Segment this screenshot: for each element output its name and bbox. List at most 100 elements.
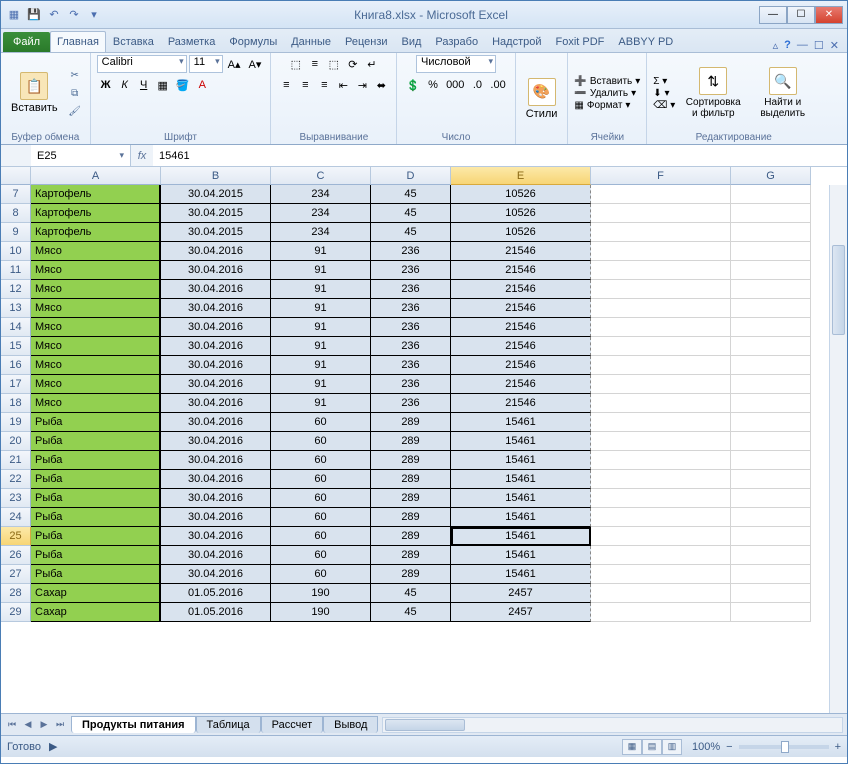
horizontal-scrollbar[interactable]: [382, 717, 843, 733]
ribbon-tab-7[interactable]: Разрабо: [428, 31, 485, 52]
grow-font-icon[interactable]: A▴: [225, 55, 244, 73]
cell[interactable]: 15461: [451, 413, 591, 432]
fill-color-icon[interactable]: 🪣: [173, 76, 193, 94]
cell[interactable]: Картофель: [31, 223, 161, 242]
cell[interactable]: [591, 489, 731, 508]
cell[interactable]: [591, 223, 731, 242]
cell[interactable]: 21546: [451, 375, 591, 394]
minimize-button[interactable]: —: [759, 6, 787, 24]
cell[interactable]: 15461: [451, 508, 591, 527]
cell[interactable]: 236: [371, 356, 451, 375]
cell[interactable]: Сахар: [31, 603, 161, 622]
qat-more-icon[interactable]: ▾: [85, 6, 103, 24]
sheet-tab[interactable]: Продукты питания: [71, 716, 196, 733]
cell[interactable]: 236: [371, 337, 451, 356]
cell[interactable]: [591, 565, 731, 584]
row-header[interactable]: 21: [1, 451, 31, 470]
ribbon-tab-4[interactable]: Данные: [284, 31, 338, 52]
name-box[interactable]: E25: [31, 145, 131, 166]
cell[interactable]: 91: [271, 394, 371, 413]
row-header[interactable]: 13: [1, 299, 31, 318]
cell[interactable]: [731, 394, 811, 413]
row-header[interactable]: 27: [1, 565, 31, 584]
zoom-thumb[interactable]: [781, 741, 789, 753]
col-header-G[interactable]: G: [731, 167, 811, 185]
cell[interactable]: [731, 565, 811, 584]
cell[interactable]: 234: [271, 204, 371, 223]
cell[interactable]: [731, 489, 811, 508]
cell[interactable]: [591, 546, 731, 565]
font-color-icon[interactable]: A: [193, 76, 211, 94]
tab-next-icon[interactable]: ▶: [37, 719, 51, 730]
currency-icon[interactable]: 💲: [403, 76, 423, 94]
cell[interactable]: [731, 223, 811, 242]
shrink-font-icon[interactable]: A▾: [246, 55, 265, 73]
cell[interactable]: 289: [371, 565, 451, 584]
delete-cells-button[interactable]: ➖Удалить ▾: [574, 88, 640, 99]
cell[interactable]: 60: [271, 451, 371, 470]
cell[interactable]: [731, 432, 811, 451]
cell[interactable]: 190: [271, 584, 371, 603]
cell[interactable]: 30.04.2015: [161, 204, 271, 223]
redo-icon[interactable]: ↷: [65, 6, 83, 24]
cell[interactable]: 30.04.2016: [161, 413, 271, 432]
cell[interactable]: Рыба: [31, 508, 161, 527]
cell[interactable]: 289: [371, 508, 451, 527]
format-painter-icon[interactable]: 🖌: [66, 103, 84, 119]
window-close-icon[interactable]: ✕: [830, 39, 839, 52]
cell[interactable]: [591, 432, 731, 451]
align-left-icon[interactable]: ≡: [277, 76, 295, 94]
cell[interactable]: [731, 185, 811, 204]
cell[interactable]: 30.04.2016: [161, 261, 271, 280]
row-header[interactable]: 12: [1, 280, 31, 299]
row-header[interactable]: 23: [1, 489, 31, 508]
cell[interactable]: 01.05.2016: [161, 603, 271, 622]
cell[interactable]: [591, 299, 731, 318]
window-restore-icon[interactable]: ☐: [814, 39, 824, 52]
cell[interactable]: 15461: [451, 527, 591, 546]
macro-record-icon[interactable]: ▶: [49, 740, 57, 753]
cell[interactable]: 236: [371, 375, 451, 394]
row-header[interactable]: 28: [1, 584, 31, 603]
cell[interactable]: 289: [371, 527, 451, 546]
cell[interactable]: 91: [271, 318, 371, 337]
cell[interactable]: [731, 584, 811, 603]
cell[interactable]: 234: [271, 185, 371, 204]
cell[interactable]: 60: [271, 470, 371, 489]
cell[interactable]: 30.04.2016: [161, 242, 271, 261]
cell[interactable]: Сахар: [31, 584, 161, 603]
cell[interactable]: 45: [371, 584, 451, 603]
cell[interactable]: 289: [371, 489, 451, 508]
cell[interactable]: [731, 280, 811, 299]
row-header[interactable]: 29: [1, 603, 31, 622]
percent-icon[interactable]: %: [424, 76, 442, 94]
row-header[interactable]: 22: [1, 470, 31, 489]
cell[interactable]: Рыба: [31, 432, 161, 451]
cut-icon[interactable]: ✂: [66, 67, 84, 83]
cell[interactable]: Мясо: [31, 299, 161, 318]
cell[interactable]: [591, 337, 731, 356]
cell[interactable]: 15461: [451, 451, 591, 470]
tab-last-icon[interactable]: ⏭: [53, 719, 67, 730]
cell[interactable]: 45: [371, 185, 451, 204]
cell[interactable]: Рыба: [31, 527, 161, 546]
cell[interactable]: 30.04.2016: [161, 489, 271, 508]
row-header[interactable]: 16: [1, 356, 31, 375]
col-header-B[interactable]: B: [161, 167, 271, 185]
cell[interactable]: 10526: [451, 185, 591, 204]
cell[interactable]: Мясо: [31, 394, 161, 413]
fx-button[interactable]: fx: [131, 150, 153, 162]
underline-button[interactable]: Ч: [135, 76, 153, 94]
cell[interactable]: 2457: [451, 584, 591, 603]
cell[interactable]: 30.04.2016: [161, 451, 271, 470]
cell[interactable]: 289: [371, 413, 451, 432]
number-format-combo[interactable]: Числовой: [416, 55, 496, 73]
cell[interactable]: [731, 451, 811, 470]
cell[interactable]: 190: [271, 603, 371, 622]
cell[interactable]: Картофель: [31, 185, 161, 204]
tab-prev-icon[interactable]: ◀: [21, 719, 35, 730]
cell[interactable]: 15461: [451, 489, 591, 508]
cell[interactable]: [731, 318, 811, 337]
cell[interactable]: [591, 470, 731, 489]
cell[interactable]: [731, 603, 811, 622]
